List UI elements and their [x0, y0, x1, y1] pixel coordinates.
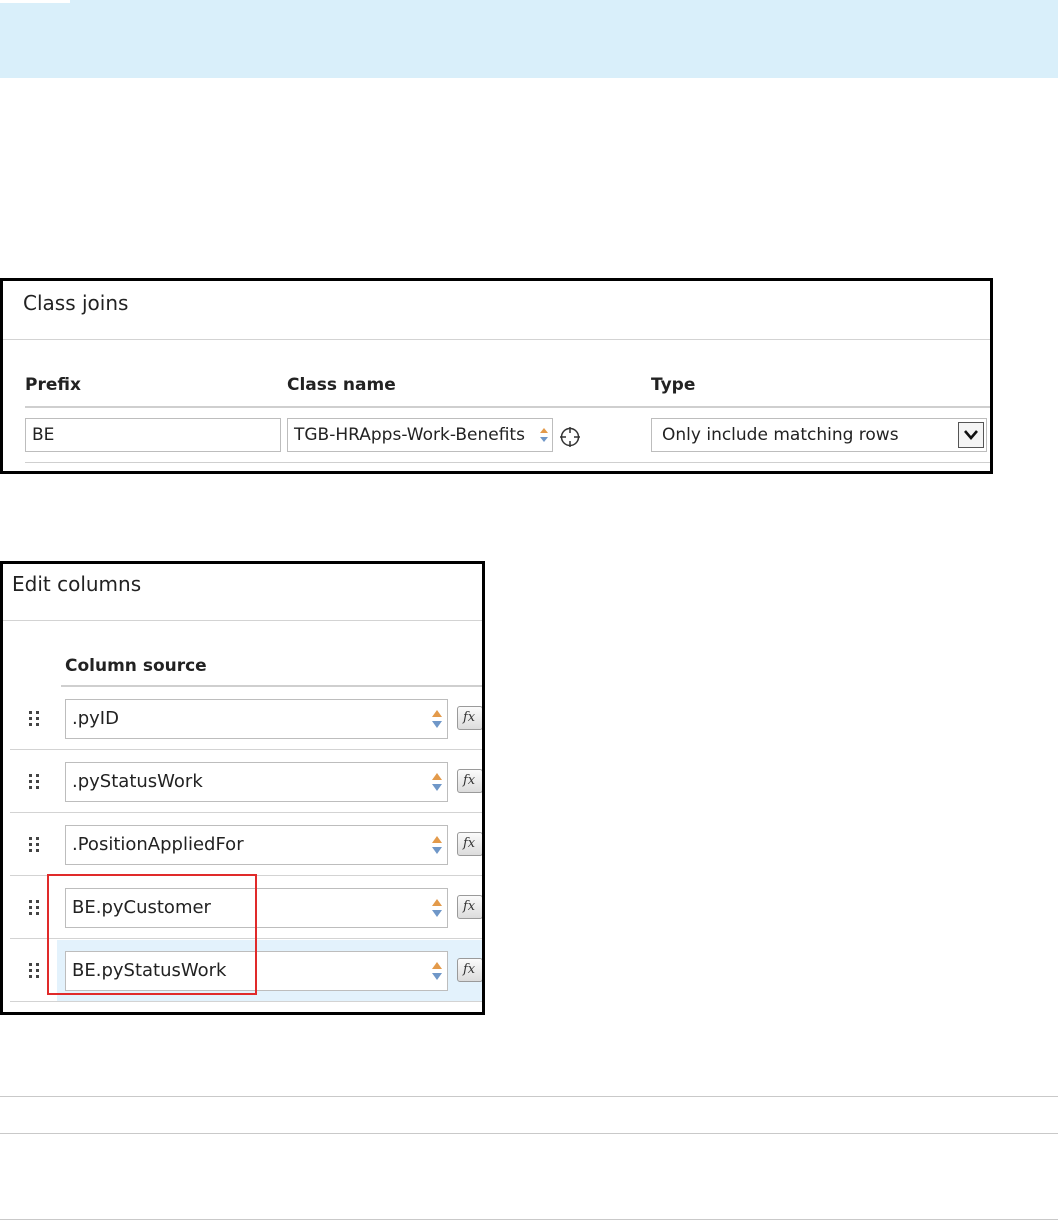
drag-handle-icon[interactable] — [28, 899, 42, 915]
row-divider — [10, 812, 482, 813]
drag-handle-icon[interactable] — [28, 836, 42, 852]
divider — [0, 1096, 1058, 1097]
column-row: .pyStatusWork fx — [10, 751, 482, 813]
divider — [0, 1133, 1058, 1134]
page: Class joins Prefix Class name Type BE TG… — [0, 0, 1058, 1220]
prefix-input[interactable]: BE — [25, 418, 281, 452]
highlight-box — [47, 874, 257, 995]
function-button[interactable]: fx — [457, 958, 482, 982]
function-button[interactable]: fx — [457, 706, 482, 730]
crosshair-icon[interactable] — [559, 426, 581, 448]
prefix-header: Prefix — [25, 375, 81, 395]
drag-handle-icon[interactable] — [28, 710, 42, 726]
type-select-value: Only include matching rows — [662, 425, 899, 445]
class-name-input[interactable]: TGB-HRApps-Work-Benefits — [287, 418, 553, 452]
divider — [3, 620, 482, 621]
top-banner — [0, 0, 1058, 78]
divider — [3, 339, 990, 340]
row-divider — [10, 1001, 482, 1002]
class-name-header: Class name — [287, 375, 396, 395]
sort-arrows-icon[interactable] — [431, 897, 443, 919]
sort-arrows-icon[interactable] — [431, 834, 443, 856]
column-source-header: Column source — [65, 656, 207, 676]
class-joins-panel: Class joins Prefix Class name Type BE TG… — [0, 278, 993, 474]
sort-arrows-icon[interactable] — [431, 708, 443, 730]
column-source-input[interactable]: .PositionAppliedFor — [65, 825, 448, 865]
function-button[interactable]: fx — [457, 895, 482, 919]
row-divider — [10, 749, 482, 750]
column-row: .pyID fx — [10, 688, 482, 750]
column-source-input[interactable]: .pyStatusWork — [65, 762, 448, 802]
edit-columns-title: Edit columns — [12, 572, 142, 596]
function-button[interactable]: fx — [457, 832, 482, 856]
sort-arrows-icon[interactable] — [539, 427, 549, 443]
function-button[interactable]: fx — [457, 769, 482, 793]
class-joins-title: Class joins — [23, 291, 129, 315]
row-divider — [25, 462, 990, 463]
column-row: .PositionAppliedFor fx — [10, 814, 482, 876]
header-underline — [61, 685, 482, 687]
column-source-input[interactable]: .pyID — [65, 699, 448, 739]
drag-handle-icon[interactable] — [28, 962, 42, 978]
chevron-down-icon[interactable] — [958, 422, 984, 448]
drag-handle-icon[interactable] — [28, 773, 42, 789]
sort-arrows-icon[interactable] — [431, 771, 443, 793]
header-underline — [25, 406, 990, 408]
type-header: Type — [651, 375, 696, 395]
banner-tab — [0, 0, 70, 3]
sort-arrows-icon[interactable] — [431, 960, 443, 982]
type-select[interactable]: Only include matching rows — [651, 418, 987, 452]
